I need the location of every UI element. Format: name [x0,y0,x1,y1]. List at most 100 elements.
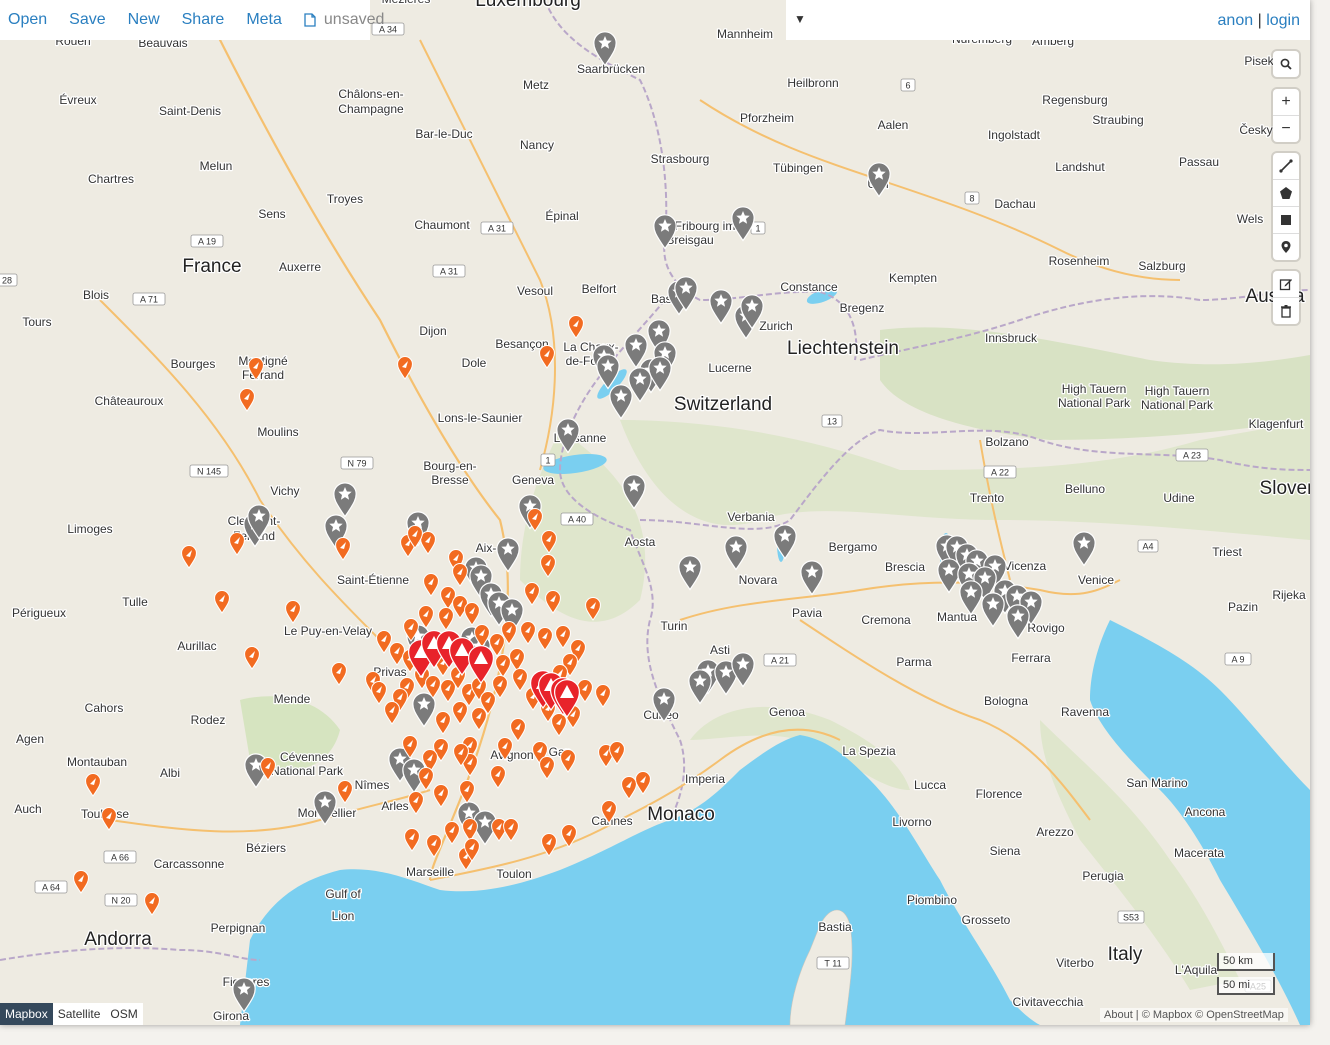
city-label: National Park [1141,398,1214,412]
road-shield: A 31 [480,221,514,235]
city-label: Châlons-en- [338,87,403,101]
city-label: Trento [970,491,1005,505]
country-label: France [182,256,241,277]
style-satellite-button[interactable]: Satellite [53,1003,106,1025]
city-label: Mende [274,692,311,706]
road-shield-label: A 21 [771,656,789,666]
map-canvas[interactable]: France Switzerland Liechtenstein Italy Andor… [0,0,1310,1025]
search-button[interactable] [1273,51,1299,77]
city-label: Bregenz [840,301,885,315]
city-label: Dijon [419,324,446,338]
country-label: Andorra [84,929,152,950]
city-label: Belluno [1065,482,1105,496]
city-label: Limoges [67,522,112,536]
city-label: Melun [200,159,233,173]
city-label: Dole [462,356,487,370]
road-shield-label: S53 [1123,913,1139,923]
draw-polygon-button[interactable] [1273,180,1299,207]
road-shield: A 66 [103,850,137,864]
open-button[interactable]: Open [8,11,47,29]
scale-km: 50 km [1217,953,1275,971]
road-shield: A 40 [560,512,594,526]
city-label: Gulf of [325,887,361,901]
new-button[interactable]: New [128,11,160,29]
zoom-out-button[interactable]: − [1273,116,1299,142]
road-shield-label: A 31 [440,267,458,277]
city-label: Ferrand [242,368,284,382]
city-label: High Tauern [1145,384,1210,398]
city-label: Ravenna [1061,705,1109,719]
city-label: Parma [896,655,932,669]
road-shield-label: 28 [2,276,12,286]
search-icon [1280,58,1292,70]
draw-line-button[interactable] [1273,153,1299,180]
city-label: Épinal [545,208,578,223]
country-label: Liechtenstein [787,338,899,359]
map-style-dropdown[interactable]: ▼ anon | login [786,0,1310,40]
road-shield: A 64 [34,880,68,894]
road-shield: A 21 [763,653,797,667]
road-shield-label: 13 [827,417,837,427]
zoom-in-button[interactable]: + [1273,89,1299,116]
road-shield-label: 6 [905,81,910,91]
draw-rectangle-button[interactable] [1273,207,1299,234]
login-link[interactable]: login [1266,12,1300,29]
city-label: Albi [160,766,180,780]
draw-marker-button[interactable] [1273,234,1299,260]
city-label: Civitavecchia [1013,995,1084,1009]
road-shield-label: N 79 [347,459,366,469]
city-label: Siena [990,844,1021,858]
delete-button[interactable] [1273,298,1299,324]
city-label: Asti [710,643,730,657]
zoom-control: + − [1273,89,1299,142]
unsaved-status[interactable]: unsaved [304,11,384,29]
city-label: Auxerre [279,260,321,274]
city-label: Lucca [914,778,946,792]
city-label: Ferrara [1011,651,1051,665]
city-label: Vicenza [1004,559,1047,573]
road-shield: A 9 [1224,652,1252,666]
city-label: Novara [739,573,778,587]
road-shield-label: A 23 [1183,451,1201,461]
save-button[interactable]: Save [69,11,105,29]
edit-button[interactable] [1273,271,1299,298]
city-label: L'Aquila [1175,963,1218,977]
city-label: Toulon [496,867,531,881]
user-links: anon | login [1218,12,1300,30]
city-label: Cévennes [280,750,334,764]
city-label: Bologna [984,694,1028,708]
anon-user-link[interactable]: anon [1218,12,1254,29]
city-label: Kempten [889,271,937,285]
city-label: Vichy [270,484,299,498]
city-label: Landshut [1055,160,1105,174]
city-label: Saint-Denis [159,104,221,118]
road-shield-label: N 145 [197,467,221,477]
city-label: Wels [1237,212,1263,226]
chevron-down-icon[interactable]: ▼ [794,12,806,26]
style-osm-button[interactable]: OSM [105,1003,142,1025]
city-label: Pazin [1228,600,1258,614]
style-mapbox-button[interactable]: Mapbox [0,1003,53,1025]
city-label: Rosenheim [1049,254,1110,268]
map-svg[interactable]: France Switzerland Liechtenstein Italy Andor… [0,0,1310,1025]
city-label: Bergamo [829,540,878,554]
city-label: Imperia [685,772,725,786]
road-shield-label: A 40 [568,515,586,525]
road-shield: A4 [1137,539,1159,553]
city-label: Florence [976,787,1023,801]
city-label: National Park [1058,396,1131,410]
city-label: Marseille [406,865,454,879]
city-label: Aalen [878,118,909,132]
city-label: Cremona [861,613,911,627]
road-shield: 1 [540,453,556,467]
road-shield-label: A4 [1142,542,1153,552]
road-shield: A 31 [432,264,466,278]
city-label: Mézières [382,0,431,6]
scale-mi: 50 mi [1217,977,1275,995]
road-shield: A 22 [983,465,1017,479]
city-label: Montauban [67,755,127,769]
city-label: Salzburg [1138,259,1185,273]
share-button[interactable]: Share [182,11,225,29]
road-shield-label: A 66 [111,853,129,863]
meta-button[interactable]: Meta [246,11,282,29]
